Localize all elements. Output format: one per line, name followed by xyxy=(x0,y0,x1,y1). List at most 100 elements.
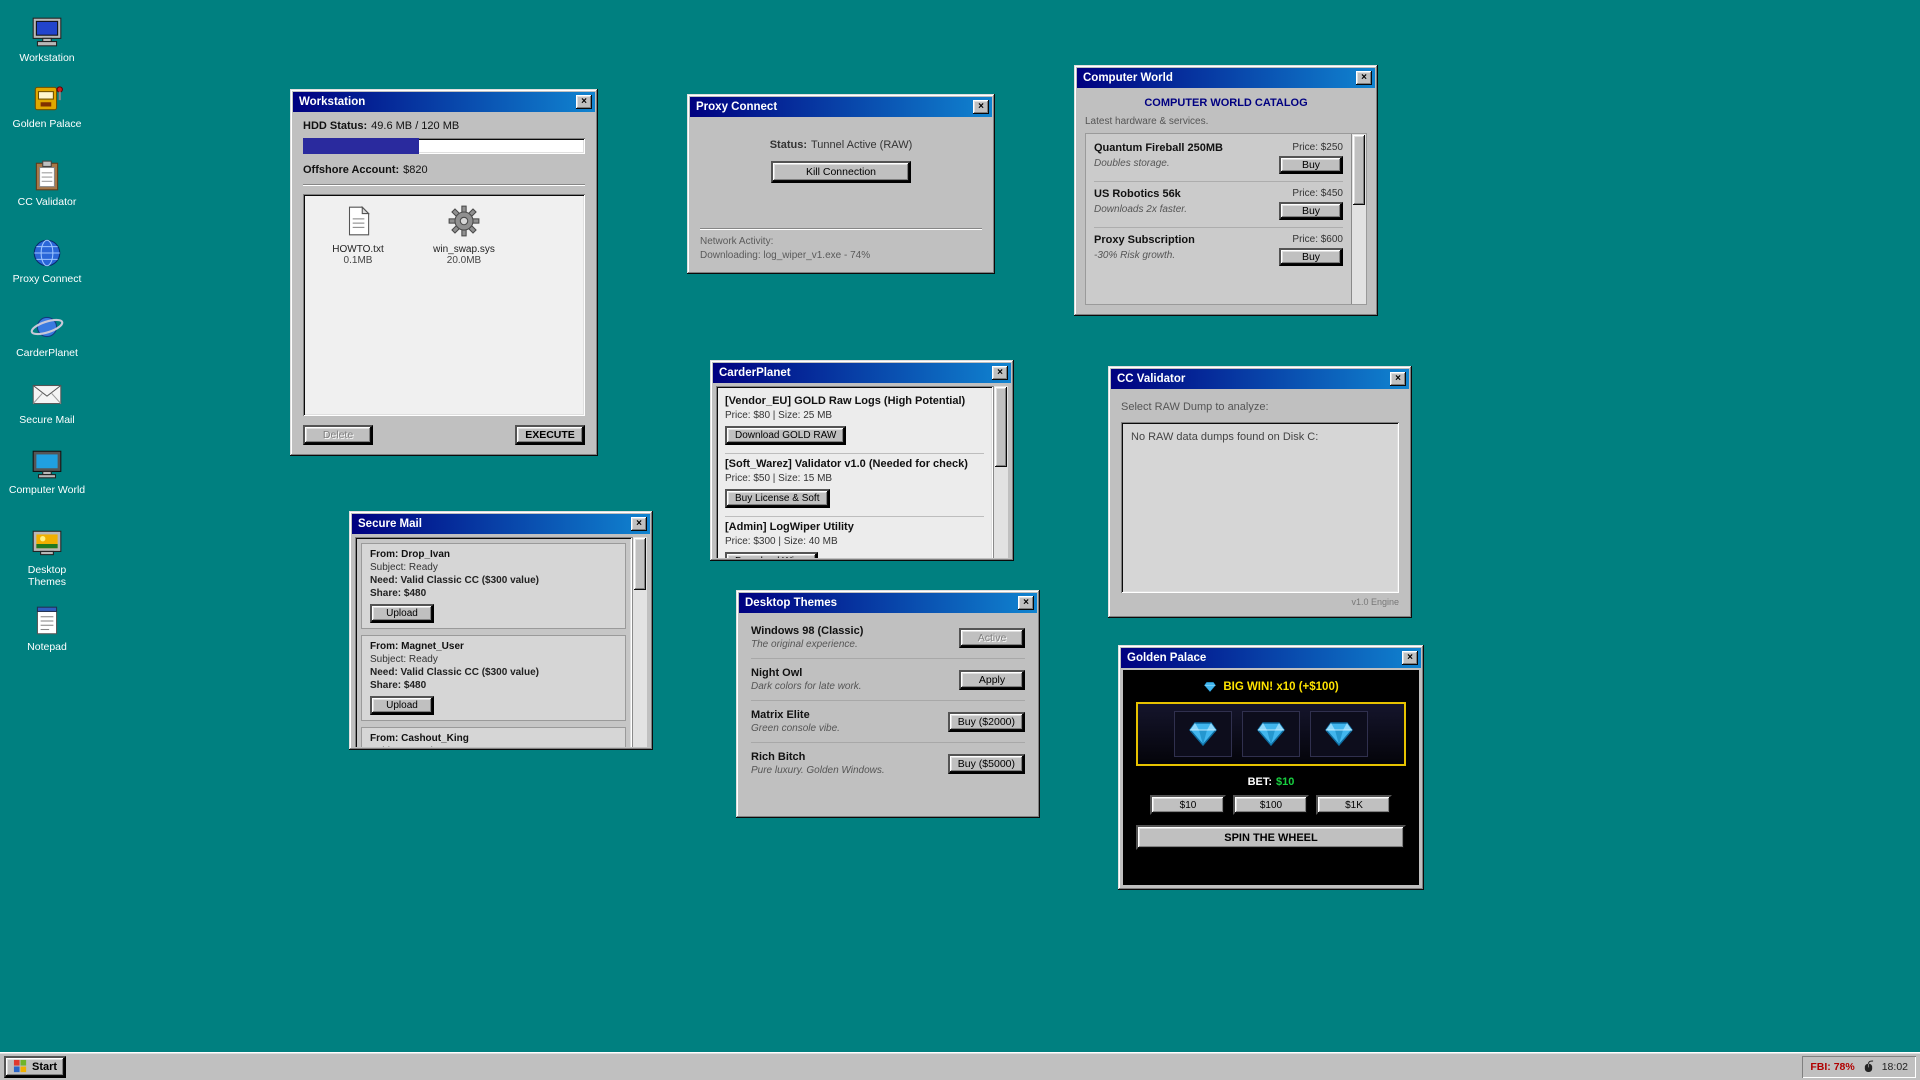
proxy-status-value: Tunnel Active (RAW) xyxy=(811,139,912,151)
proxy-connect-body: Status: Tunnel Active (RAW) Kill Connecti… xyxy=(690,117,992,271)
scrollbar-thumb[interactable] xyxy=(1353,135,1365,205)
carderplanet-titlebar[interactable]: CarderPlanet × xyxy=(713,363,1011,383)
close-icon[interactable]: × xyxy=(631,517,647,531)
scrollbar[interactable] xyxy=(632,537,647,747)
file-item-howto[interactable]: HOWTO.txt 0.1MB xyxy=(315,204,401,266)
file-item-win-swap[interactable]: win_swap.sys 20.0MB xyxy=(421,204,507,266)
desktop-icon-proxy-connect[interactable]: Proxy Connect xyxy=(8,236,86,285)
close-icon[interactable]: × xyxy=(1018,596,1034,610)
computer-world-titlebar[interactable]: Computer World × xyxy=(1077,68,1375,88)
scrollbar[interactable] xyxy=(1351,134,1366,304)
slot-cell xyxy=(1174,711,1232,757)
theme-apply-button[interactable]: Apply xyxy=(959,670,1025,690)
bet-100-button[interactable]: $100 xyxy=(1233,795,1309,815)
mail-subject: Subject: Ready xyxy=(370,654,617,665)
catalog-item: Proxy Subscription-30% Risk growth. Pric… xyxy=(1094,228,1343,273)
bet-1k-button[interactable]: $1K xyxy=(1316,795,1392,815)
bet-label: BET: xyxy=(1248,776,1272,788)
file-size: 20.0MB xyxy=(447,255,481,266)
download-gold-raw-button[interactable]: Download GOLD RAW xyxy=(725,426,846,445)
hdd-status-value: 49.6 MB / 120 MB xyxy=(371,120,459,132)
secure-mail-titlebar[interactable]: Secure Mail × xyxy=(352,514,650,534)
theme-buy-button[interactable]: Buy ($2000) xyxy=(948,712,1025,732)
kill-connection-button[interactable]: Kill Connection xyxy=(771,161,911,183)
taskbar: Start FBI: 78% 18:02 xyxy=(0,1052,1920,1080)
buy-button[interactable]: Buy xyxy=(1279,156,1343,174)
desktop-icon-carderplanet[interactable]: CarderPlanet xyxy=(8,310,86,359)
spin-button[interactable]: SPIN THE WHEEL xyxy=(1136,825,1406,850)
desktop-icon-golden-palace[interactable]: Golden Palace xyxy=(8,81,86,130)
start-label: Start xyxy=(32,1061,57,1073)
theme-active-button[interactable]: Active xyxy=(959,628,1025,648)
mouse-icon xyxy=(1863,1060,1874,1073)
buy-button[interactable]: Buy xyxy=(1279,202,1343,220)
mail-need: Need: Valid Classic CC ($300 value) xyxy=(370,667,617,678)
upload-button[interactable]: Upload xyxy=(370,696,434,715)
workstation-icon xyxy=(30,15,64,49)
catalog-item-name: Proxy Subscription xyxy=(1094,234,1273,246)
desktop-icon-label: Computer World xyxy=(9,484,85,496)
execute-button[interactable]: EXECUTE xyxy=(515,425,585,445)
bet-10-button[interactable]: $10 xyxy=(1150,795,1226,815)
close-icon[interactable]: × xyxy=(576,95,592,109)
mail-share: Share: $480 xyxy=(370,588,617,599)
planet-icon xyxy=(30,310,64,344)
window-title: Workstation xyxy=(299,96,365,108)
desktop-icon-label: Proxy Connect xyxy=(13,273,82,285)
market-list: [Vendor_EU] GOLD Raw Logs (High Potentia… xyxy=(716,386,1008,558)
market-item: [Vendor_EU] GOLD Raw Logs (High Potentia… xyxy=(725,391,984,454)
window-title: CC Validator xyxy=(1117,373,1185,385)
desktop-icon-desktop-themes[interactable]: Desktop Themes xyxy=(8,527,86,588)
desktop-icon-secure-mail[interactable]: Secure Mail xyxy=(8,377,86,426)
secure-mail-body: From: Drop_Ivan Subject: Ready Need: Val… xyxy=(352,534,650,747)
workstation-titlebar[interactable]: Workstation × xyxy=(293,92,595,112)
bet-value: $10 xyxy=(1276,776,1294,788)
catalog-item-price: Price: $250 xyxy=(1292,142,1343,153)
start-button[interactable]: Start xyxy=(4,1056,66,1078)
buy-button[interactable]: Buy xyxy=(1279,248,1343,266)
desktop-themes-titlebar[interactable]: Desktop Themes × xyxy=(739,593,1037,613)
slot-machine-icon xyxy=(30,81,64,115)
download-wiper-button[interactable]: Download Wiper xyxy=(725,552,818,558)
desktop-icon-label: CC Validator xyxy=(18,196,77,208)
catalog-item: US Robotics 56kDownloads 2x faster. Pric… xyxy=(1094,182,1343,228)
scrollbar[interactable] xyxy=(993,386,1008,558)
mail-subject: Subject: Ready xyxy=(370,562,617,573)
desktop-icon-workstation[interactable]: Workstation xyxy=(8,15,86,64)
divider xyxy=(700,228,982,230)
upload-button[interactable]: Upload xyxy=(370,604,434,623)
cc-validator-titlebar[interactable]: CC Validator × xyxy=(1111,369,1409,389)
workstation-window: Workstation × HDD Status:49.6 MB / 120 M… xyxy=(290,89,598,456)
market-item-name: [Vendor_EU] GOLD Raw Logs (High Potentia… xyxy=(725,395,984,407)
close-icon[interactable]: × xyxy=(973,100,989,114)
delete-button[interactable]: Delete xyxy=(303,425,373,445)
file-name: HOWTO.txt xyxy=(332,244,383,255)
golden-palace-titlebar[interactable]: Golden Palace × xyxy=(1121,648,1421,668)
proxy-connect-titlebar[interactable]: Proxy Connect × xyxy=(690,97,992,117)
mail-cards: From: Drop_Ivan Subject: Ready Need: Val… xyxy=(355,537,632,747)
close-icon[interactable]: × xyxy=(1390,372,1406,386)
catalog-item-price: Price: $450 xyxy=(1292,188,1343,199)
buy-license-button[interactable]: Buy License & Soft xyxy=(725,489,830,508)
hdd-status-line: HDD Status:49.6 MB / 120 MB xyxy=(303,120,585,132)
close-icon[interactable]: × xyxy=(1402,651,1418,665)
validator-prompt: Select RAW Dump to analyze: xyxy=(1121,401,1399,413)
desktop-icon-cc-validator[interactable]: CC Validator xyxy=(8,159,86,208)
offshore-account-label: Offshore Account: xyxy=(303,164,399,176)
slot-display xyxy=(1136,702,1406,766)
scrollbar-thumb[interactable] xyxy=(995,387,1007,467)
clipboard-icon xyxy=(30,159,64,193)
desktop-icon-notepad[interactable]: Notepad xyxy=(8,604,86,653)
mail-icon xyxy=(30,377,64,411)
scrollbar-thumb[interactable] xyxy=(634,538,646,590)
proxy-status-label: Status: xyxy=(770,139,807,151)
market-item: [Soft_Warez] Validator v1.0 (Needed for … xyxy=(725,454,984,517)
theme-buy-button[interactable]: Buy ($5000) xyxy=(948,754,1025,774)
cc-validator-window: CC Validator × Select RAW Dump to analyz… xyxy=(1108,366,1412,618)
mail-share: Share: $480 xyxy=(370,680,617,691)
close-icon[interactable]: × xyxy=(992,366,1008,380)
golden-palace-body: BIG WIN! x10 (+$100) BET:$10 $10 $100 $1… xyxy=(1123,670,1419,885)
window-title: Computer World xyxy=(1083,72,1173,84)
close-icon[interactable]: × xyxy=(1356,71,1372,85)
desktop-icon-computer-world[interactable]: Computer World xyxy=(8,447,86,496)
